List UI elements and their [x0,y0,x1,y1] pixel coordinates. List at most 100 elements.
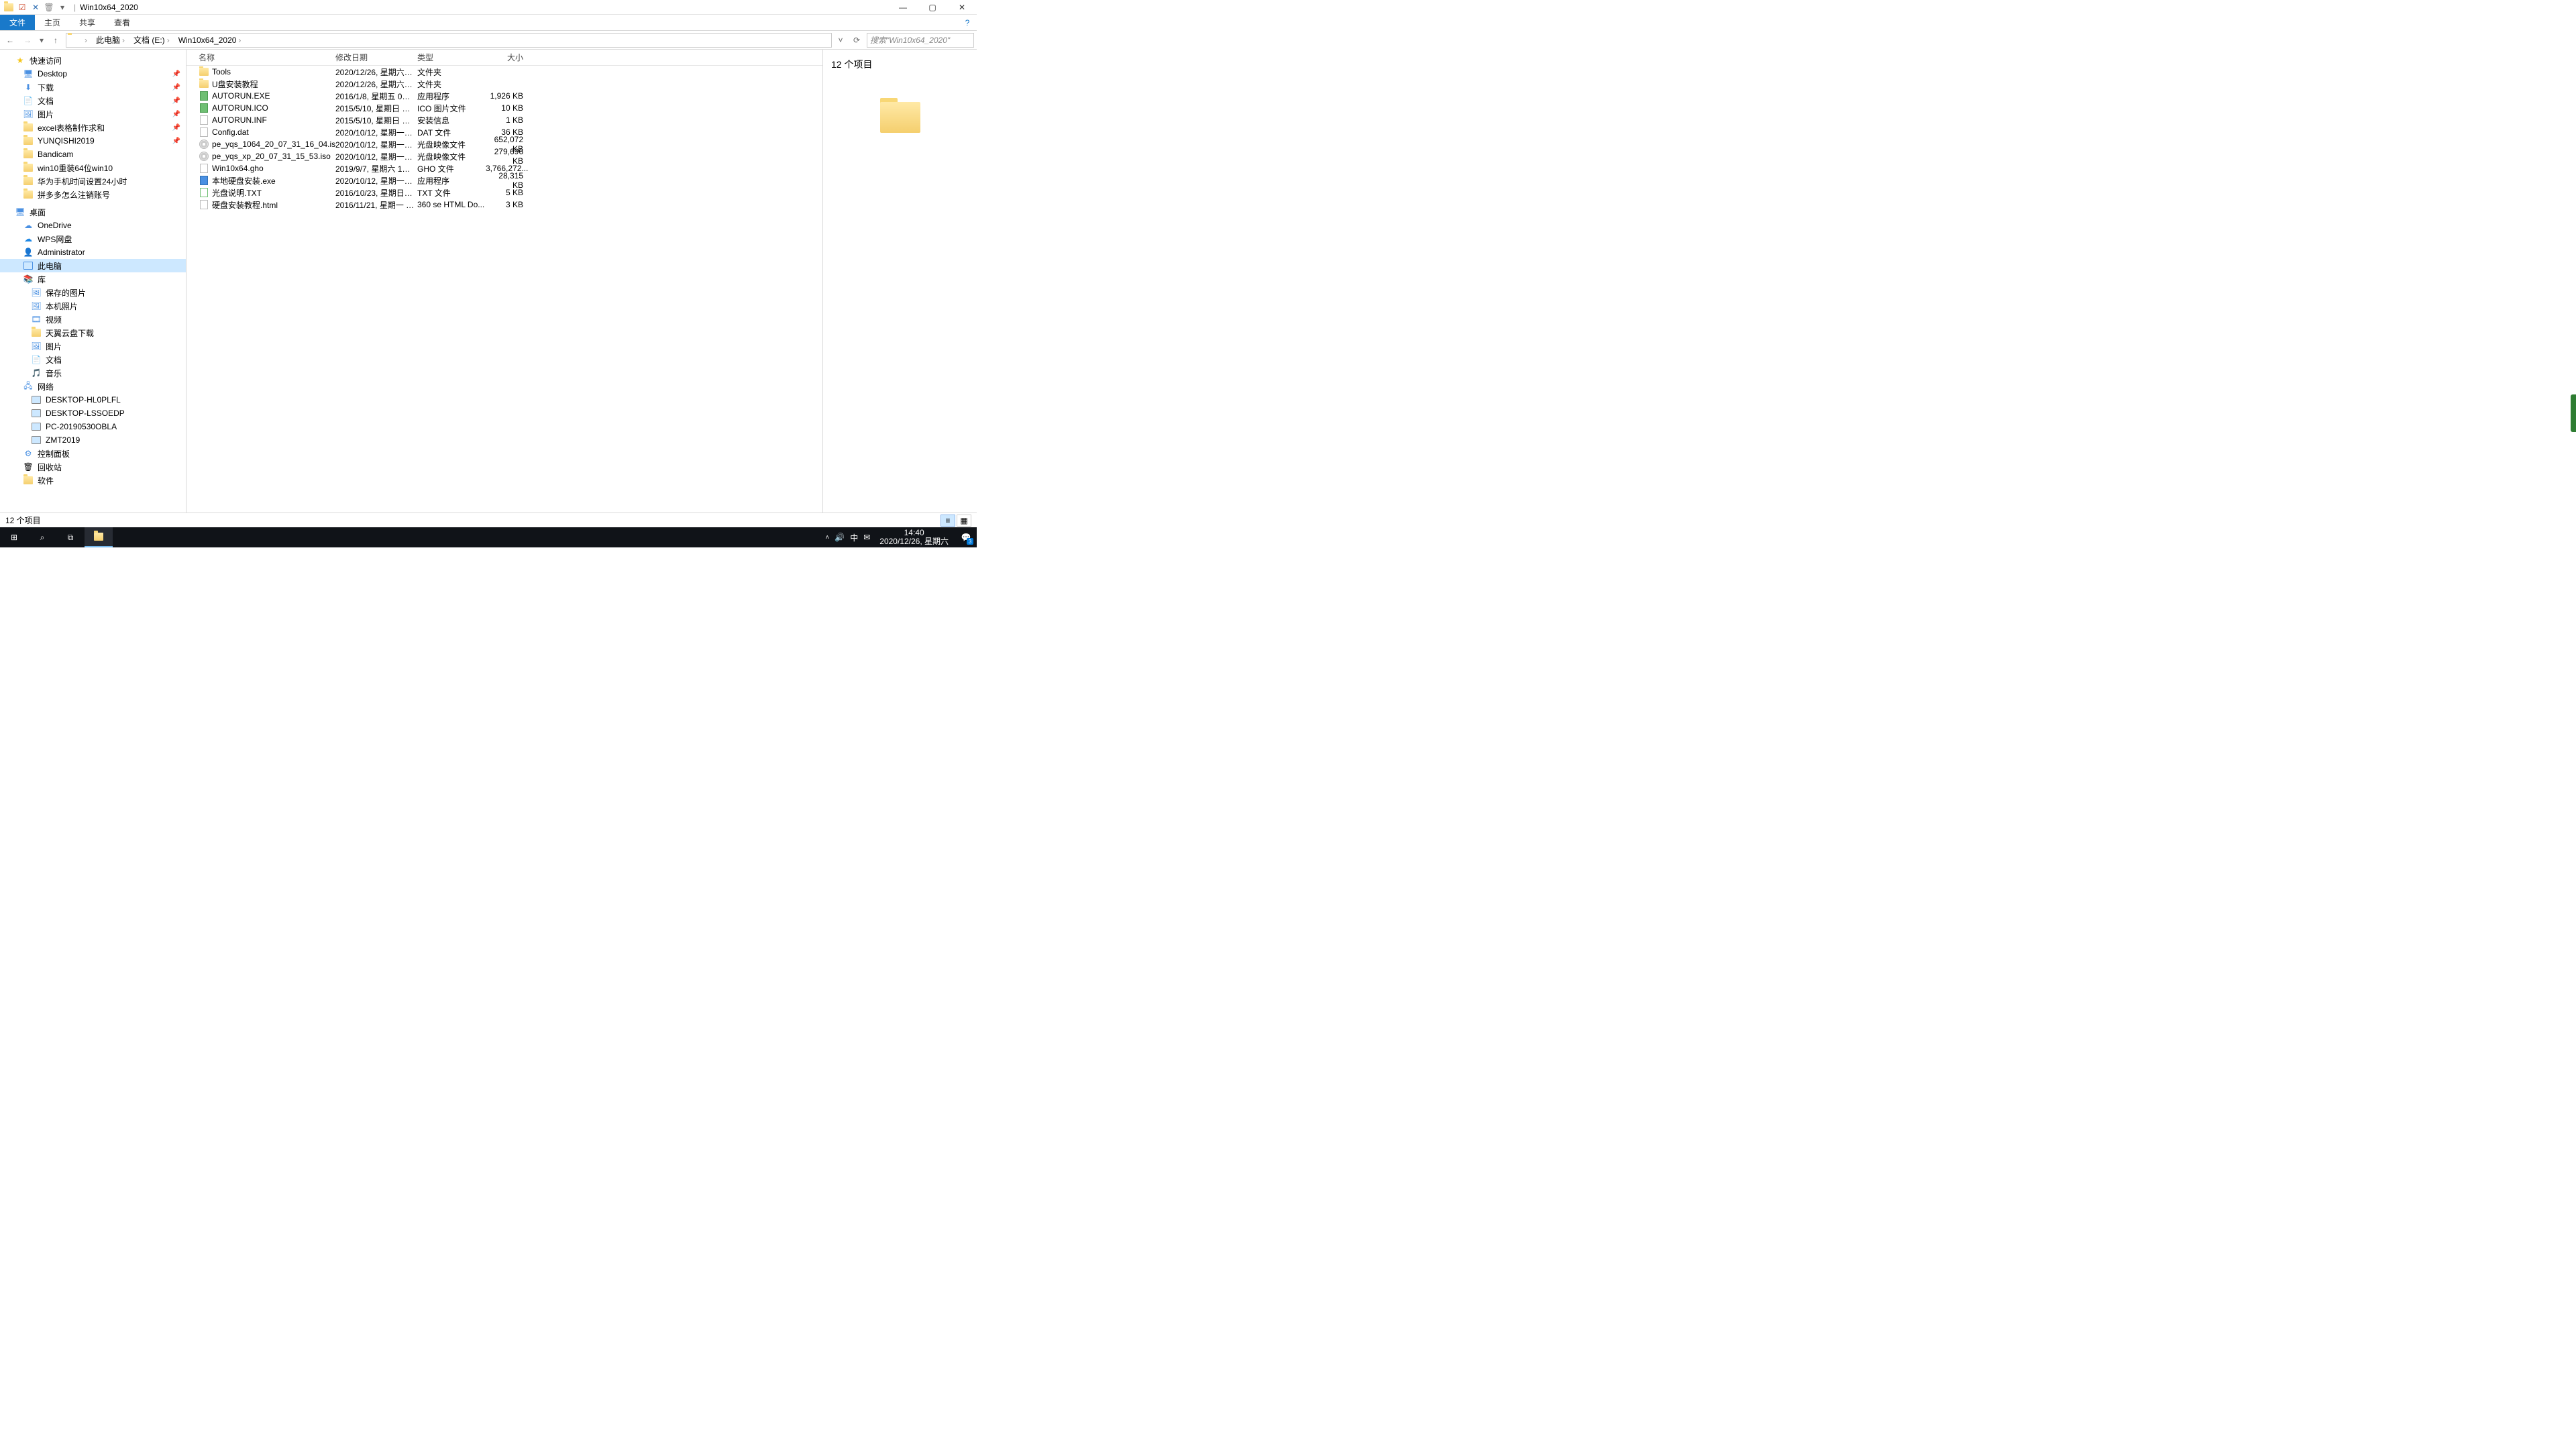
nav-item[interactable]: 🖼图片📌 [0,107,186,121]
nav-item[interactable]: ⬇下载📌 [0,80,186,94]
ribbon-tab-view[interactable]: 查看 [105,15,140,30]
file-name: Win10x64.gho [212,164,264,173]
nav-item[interactable]: YUNQISHI2019📌 [0,134,186,148]
nav-item[interactable]: 软件 [0,474,186,487]
view-large-icons-button[interactable]: ▦ [957,515,971,527]
maximize-button[interactable]: ▢ [918,0,947,15]
side-tab[interactable] [2571,394,2576,432]
recent-dropdown[interactable]: ▾ [38,33,46,48]
file-row[interactable]: AUTORUN.ICO 2015/5/10, 星期日 02... ICO 图片文… [186,102,822,114]
ribbon-tab-home[interactable]: 主页 [35,15,70,30]
file-list[interactable]: Tools 2020/12/26, 星期六 1... 文件夹 U盘安装教程 20… [186,66,822,513]
file-row[interactable]: pe_yqs_xp_20_07_31_15_53.iso 2020/10/12,… [186,150,822,162]
nav-quick-access[interactable]: ★快速访问 [0,54,186,67]
ime-indicator[interactable]: 中 [850,532,858,543]
nav-item[interactable]: ⚙控制面板 [0,447,186,460]
nav-item[interactable]: 此电脑 [0,259,186,272]
nav-item[interactable]: win10重装64位win10 [0,161,186,174]
nav-desktop[interactable]: 🖥桌面 [0,205,186,219]
nav-item[interactable]: 🖼本机照片 [0,299,186,313]
file-row[interactable]: Tools 2020/12/26, 星期六 1... 文件夹 [186,66,822,78]
col-type[interactable]: 类型 [417,52,486,63]
file-date: 2020/12/26, 星期六 1... [335,78,417,90]
folder-icon [23,189,34,200]
clock-date: 2020/12/26, 星期六 [879,537,949,546]
file-row[interactable]: 光盘说明.TXT 2016/10/23, 星期日 0... TXT 文件 5 K… [186,186,822,199]
ribbon-tab-share[interactable]: 共享 [70,15,105,30]
nav-item[interactable]: PC-20190530OBLA [0,420,186,433]
file-row[interactable]: 本地硬盘安装.exe 2020/10/12, 星期一 1... 应用程序 28,… [186,174,822,186]
nav-item[interactable]: ZMT2019 [0,433,186,447]
breadcrumb[interactable]: › 此电脑› 文档 (E:)› Win10x64_2020› [66,33,832,48]
explorer-taskbar-button[interactable] [85,527,113,547]
address-dropdown[interactable]: ˅ [835,36,847,45]
file-row[interactable]: AUTORUN.INF 2015/5/10, 星期日 02... 安装信息 1 … [186,114,822,126]
address-bar: ← → ▾ ↑ › 此电脑› 文档 (E:)› Win10x64_2020› ˅… [0,31,977,50]
search-input[interactable]: 搜索"Win10x64_2020" [867,33,974,48]
nav-item[interactable]: 🎞视频 [0,313,186,326]
qat-new-folder-icon[interactable]: ✕ [30,1,42,13]
nav-item[interactable]: Bandicam [0,148,186,161]
view-details-button[interactable]: ≡ [941,515,955,527]
nav-item-label: 图片 [38,109,54,120]
mail-icon[interactable]: ✉ [863,533,870,542]
nav-item[interactable]: 🗑回收站 [0,460,186,474]
nav-item[interactable]: 📄文档 [0,353,186,366]
ribbon-tab-file[interactable]: 文件 [0,15,35,30]
file-row[interactable]: 硬盘安装教程.html 2016/11/21, 星期一 2... 360 se … [186,199,822,211]
refresh-button[interactable]: ⟳ [849,36,864,45]
task-view-button[interactable]: ⧉ [56,527,85,547]
start-button[interactable]: ⊞ [0,527,28,547]
search-button[interactable]: ⌕ [28,527,56,547]
ribbon-help-button[interactable]: ? [958,15,977,30]
chevron-right-icon[interactable]: › [120,36,127,45]
tray-overflow-icon[interactable]: ˄ [825,534,829,541]
nav-item[interactable]: ☁OneDrive [0,219,186,232]
nav-item[interactable]: DESKTOP-LSSOEDP [0,407,186,420]
nav-item[interactable]: 华为手机时间设置24小时 [0,174,186,188]
col-name[interactable]: 名称 [186,52,335,63]
chevron-right-icon[interactable]: › [165,36,172,45]
nav-item[interactable]: excel表格制作求和📌 [0,121,186,134]
forward-button[interactable]: → [20,33,35,48]
qat-dropdown-icon[interactable]: ▾ [56,1,68,13]
up-button[interactable]: ↑ [48,33,63,48]
crumb-drive[interactable]: 文档 (E:)› [131,34,174,47]
file-name: 硬盘安装教程.html [212,199,278,211]
chevron-right-icon[interactable]: › [236,36,243,45]
minimize-button[interactable]: — [888,0,918,15]
col-size[interactable]: 大小 [486,52,529,63]
nav-item[interactable]: 👤Administrator [0,246,186,259]
file-row[interactable]: AUTORUN.EXE 2016/1/8, 星期五 04:... 应用程序 1,… [186,90,822,102]
nav-item[interactable]: 🖼图片 [0,339,186,353]
file-row[interactable]: U盘安装教程 2020/12/26, 星期六 1... 文件夹 [186,78,822,90]
crumb-this-pc[interactable]: 此电脑› [93,34,129,47]
nav-item[interactable]: 🎵音乐 [0,366,186,380]
col-date[interactable]: 修改日期 [335,52,417,63]
computer-icon [31,435,42,445]
file-type: 光盘映像文件 [417,139,486,150]
nav-item[interactable]: 📚库 [0,272,186,286]
content-area: 名称 修改日期 类型 大小 Tools 2020/12/26, 星期六 1...… [186,50,977,513]
nav-network[interactable]: 🖧网络 [0,380,186,393]
nav-item-label: 拼多多怎么注销账号 [38,189,110,201]
nav-item[interactable]: 🖥Desktop📌 [0,67,186,80]
volume-icon[interactable]: 🔊 [835,533,845,542]
folder-icon [199,66,209,77]
qat-properties-icon[interactable]: ☑ [16,1,28,13]
action-center-button[interactable]: 💬3 [958,529,974,545]
nav-item[interactable]: 天翼云盘下载 [0,326,186,339]
back-button[interactable]: ← [3,33,17,48]
exe-icon [199,103,209,113]
close-button[interactable]: ✕ [947,0,977,15]
navigation-pane[interactable]: ★快速访问 🖥Desktop📌⬇下载📌📄文档📌🖼图片📌excel表格制作求和📌Y… [0,50,186,513]
nav-item[interactable]: DESKTOP-HL0PLFL [0,393,186,407]
nav-item[interactable]: 📄文档📌 [0,94,186,107]
chevron-right-icon[interactable]: › [83,36,89,45]
qat-delete-icon[interactable]: 🗑 [43,1,55,13]
nav-item[interactable]: 🖼保存的图片 [0,286,186,299]
nav-item[interactable]: ☁WPS网盘 [0,232,186,246]
clock[interactable]: 14:40 2020/12/26, 星期六 [875,529,953,546]
nav-item[interactable]: 拼多多怎么注销账号 [0,188,186,201]
crumb-folder[interactable]: Win10x64_2020› [176,34,246,47]
